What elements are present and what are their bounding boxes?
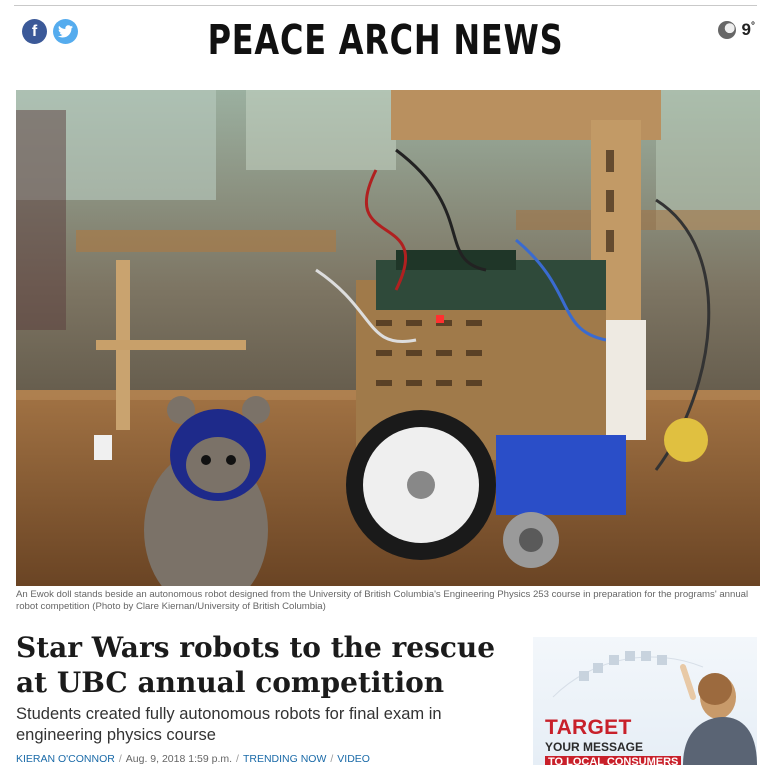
site-title[interactable]: PEACE ARCH NEWS bbox=[85, 17, 686, 63]
advertisement[interactable]: TARGET YOUR MESSAGE TO LOCAL CONSUMERS bbox=[533, 637, 757, 765]
ad-headline: TARGET bbox=[545, 716, 632, 739]
facebook-icon[interactable]: f bbox=[22, 19, 47, 44]
degree-symbol: ° bbox=[751, 20, 755, 32]
ad-tagline: TO LOCAL CONSUMERS bbox=[545, 756, 682, 765]
category-link-trending[interactable]: TRENDING NOW bbox=[243, 753, 326, 765]
temperature-value: 9 bbox=[741, 20, 751, 39]
social-links: f bbox=[22, 19, 78, 44]
byline: KIERAN O'CONNOR / Aug. 9, 2018 1:59 p.m. / T… bbox=[16, 753, 370, 765]
top-divider bbox=[14, 5, 757, 6]
byline-separator: / bbox=[330, 753, 334, 765]
moon-icon bbox=[717, 21, 736, 39]
facebook-glyph: f bbox=[31, 22, 38, 40]
byline-separator: / bbox=[236, 753, 239, 765]
ad-copy: TARGET YOUR MESSAGE TO LOCAL CONSUMERS bbox=[545, 716, 682, 765]
article-photo[interactable] bbox=[16, 90, 760, 586]
temperature: 9° bbox=[742, 20, 755, 40]
photo-caption: An Ewok doll stands beside an autonomous… bbox=[16, 589, 749, 612]
robot-photo bbox=[16, 90, 760, 586]
article-deck: Students created fully autonomous robots… bbox=[16, 705, 442, 744]
twitter-icon[interactable] bbox=[53, 19, 78, 44]
weather-widget[interactable]: 9° bbox=[717, 20, 755, 40]
article-headline[interactable]: Star Wars robots to the rescue at UBC an… bbox=[16, 630, 516, 700]
ad-subline: YOUR MESSAGE bbox=[545, 740, 644, 754]
byline-separator: / bbox=[118, 753, 122, 765]
author-link[interactable]: KIERAN O'CONNOR bbox=[16, 753, 115, 765]
category-link-video[interactable]: VIDEO bbox=[337, 753, 370, 765]
twitter-bird-icon bbox=[58, 25, 73, 38]
publish-date: Aug. 9, 2018 1:59 p.m. bbox=[125, 753, 233, 765]
